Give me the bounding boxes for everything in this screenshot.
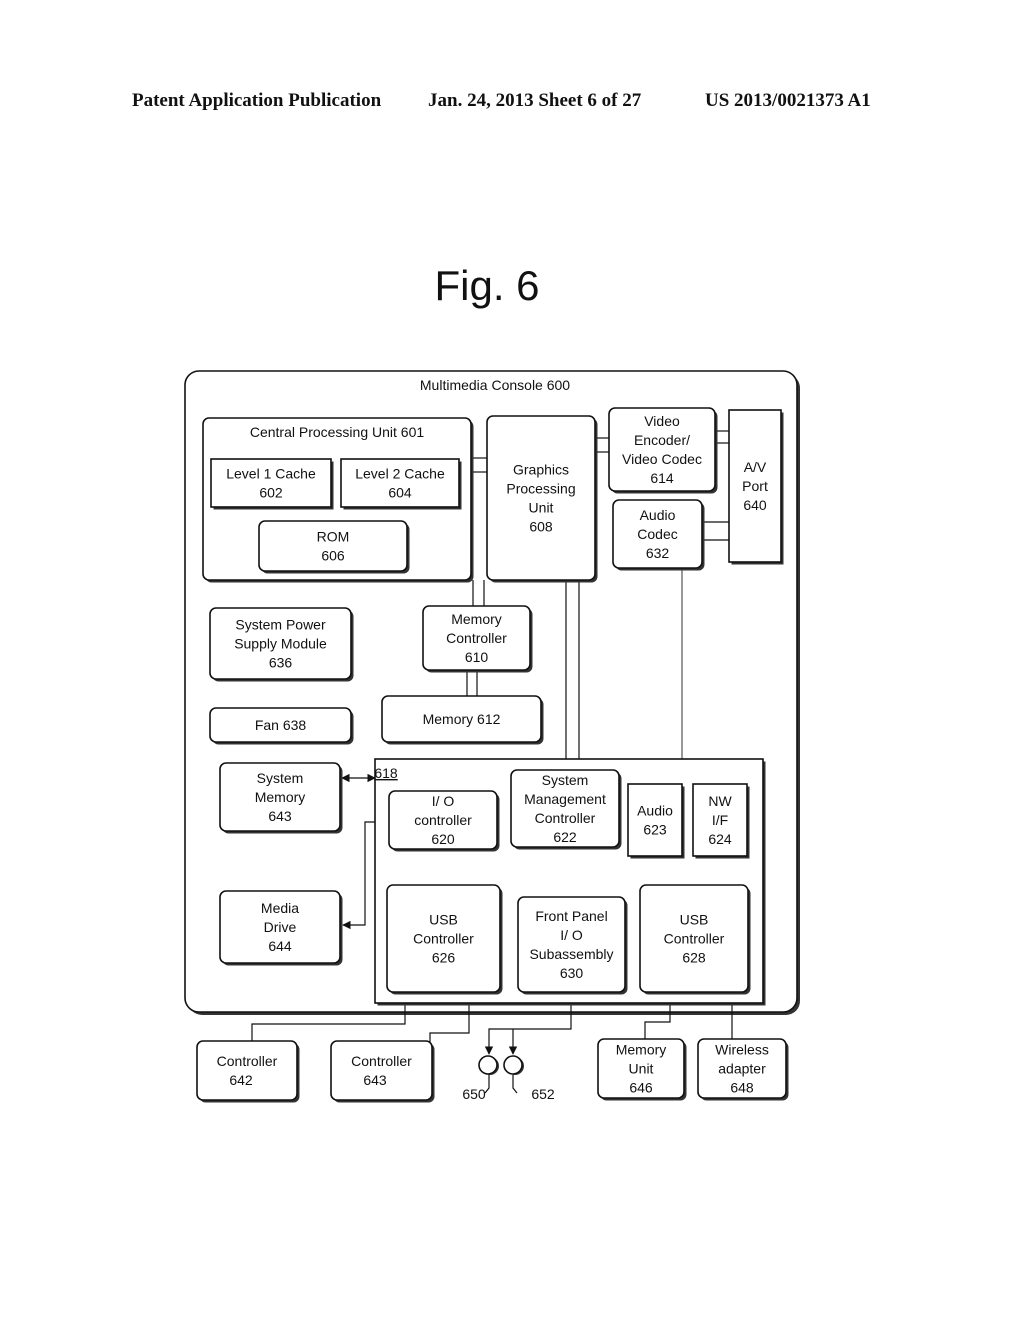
l1-cache-block-text: 602 bbox=[259, 485, 283, 501]
av-port-block: A/V Port 640 bbox=[728, 409, 784, 565]
port-650: 650 bbox=[462, 1055, 499, 1102]
io-controller-block-text: 620 bbox=[431, 831, 455, 847]
gpu-block: Graphics Processing Unit 608 bbox=[486, 415, 598, 583]
front-panel-block: Front Panel I/ O Subassembly 630 bbox=[517, 896, 628, 995]
audio-block-text: Audio bbox=[637, 803, 673, 819]
nw-if-block: NW I/F 624 bbox=[692, 783, 750, 859]
l1-cache-block-text: Level 1 Cache bbox=[226, 466, 316, 482]
memory-block-text: Memory 612 bbox=[423, 711, 501, 727]
video-encoder-block-text: Encoder/ bbox=[634, 432, 690, 448]
power-supply-block-text: System Power bbox=[235, 617, 326, 633]
usb-controller-626-block-text: Controller bbox=[413, 931, 474, 947]
media-drive-block-text: 644 bbox=[268, 938, 292, 954]
gpu-block-text: Graphics bbox=[513, 462, 569, 478]
port-650-label: 650 bbox=[462, 1086, 486, 1102]
audio-codec-block-text: 632 bbox=[646, 545, 670, 561]
front-panel-block-text: 630 bbox=[560, 965, 584, 981]
nw-if-block-text: 624 bbox=[708, 831, 732, 847]
memory-controller-block-text: 610 bbox=[465, 649, 489, 665]
video-encoder-block-text: 614 bbox=[650, 470, 674, 486]
front-panel-block-text: I/ O bbox=[560, 927, 583, 943]
rom-block-text: 606 bbox=[321, 548, 345, 564]
fan-block: Fan 638 bbox=[209, 707, 354, 745]
gpu-block-text: Unit bbox=[529, 500, 554, 516]
fan-block-text: Fan 638 bbox=[255, 717, 307, 733]
block-diagram: Multimedia Console 600 618Central Proces… bbox=[184, 370, 800, 1103]
system-memory-block-text: System bbox=[257, 770, 304, 786]
l1-cache-block: Level 1 Cache 602 bbox=[210, 458, 334, 510]
controller-643-block-text: Controller bbox=[351, 1053, 412, 1069]
io-block-618-label: 618 bbox=[374, 765, 398, 781]
memory-unit-block-text: Unit bbox=[629, 1061, 654, 1077]
system-memory-block: System Memory 643 bbox=[219, 762, 343, 834]
memory-controller-block-text: Controller bbox=[446, 630, 507, 646]
wireless-adapter-block-text: Wireless bbox=[715, 1042, 769, 1058]
usb-controller-628-block: USB Controller 628 bbox=[639, 884, 751, 995]
memory-unit-block: Memory Unit 646 bbox=[597, 1038, 687, 1101]
audio-codec-block-text: Codec bbox=[637, 526, 677, 542]
usb-controller-628-block-text: Controller bbox=[664, 931, 725, 947]
wireless-adapter-block-text: 648 bbox=[730, 1080, 754, 1096]
memory-unit-block-text: 646 bbox=[629, 1080, 653, 1096]
usb-controller-628-block-text: USB bbox=[680, 912, 709, 928]
usb-controller-626-block: USB Controller 626 bbox=[386, 884, 503, 995]
console-label: Multimedia Console 600 bbox=[420, 377, 570, 393]
audio-codec-block: Audio Codec 632 bbox=[612, 499, 705, 571]
video-encoder-block-text: Video Codec bbox=[622, 451, 702, 467]
controller-643-block: Controller 643 bbox=[330, 1040, 435, 1103]
memory-controller-block: Memory Controller 610 bbox=[422, 605, 533, 673]
l2-cache-block-text: Level 2 Cache bbox=[355, 466, 445, 482]
power-supply-block: System Power Supply Module 636 bbox=[209, 607, 354, 682]
media-drive-block: Media Drive 644 bbox=[219, 890, 343, 966]
av-port-block-text: Port bbox=[742, 478, 768, 494]
port-652-label: 652 bbox=[531, 1086, 555, 1102]
usb-controller-626-block-text: USB bbox=[429, 912, 458, 928]
system-management-controller-block: System Management Controller 622 bbox=[510, 769, 622, 850]
media-drive-block-text: Media bbox=[261, 900, 299, 916]
nw-if-block-text: NW bbox=[708, 793, 732, 809]
cpu-block-label: Central Processing Unit 601 bbox=[250, 424, 425, 440]
rom-block: ROM 606 bbox=[258, 520, 410, 574]
controller-642-block: Controller 642 bbox=[196, 1040, 300, 1103]
controller-643-block-text: 643 bbox=[363, 1072, 387, 1088]
video-encoder-block: Video Encoder/Video Codec 614 bbox=[608, 407, 718, 494]
controller-642-block-text: Controller bbox=[217, 1053, 278, 1069]
memory-block: Memory 612 bbox=[381, 695, 544, 745]
wireless-adapter-block: Wireless adapter 648 bbox=[697, 1038, 789, 1101]
io-controller-block: I/ O controller 620 bbox=[388, 790, 500, 852]
port-652: 652 bbox=[503, 1055, 555, 1102]
power-supply-block-text: 636 bbox=[269, 655, 293, 671]
l2-cache-block-text: 604 bbox=[388, 485, 412, 501]
system-management-controller-block-text: Management bbox=[524, 791, 606, 807]
av-port-block-text: A/V bbox=[744, 459, 767, 475]
memory-unit-block-text: Memory bbox=[616, 1042, 667, 1058]
power-supply-block-text: Supply Module bbox=[234, 636, 327, 652]
audio-block: Audio 623 bbox=[627, 783, 685, 859]
usb-controller-628-block-text: 628 bbox=[682, 950, 706, 966]
port-652-stem bbox=[512, 1075, 518, 1094]
system-memory-block-text: Memory bbox=[255, 789, 306, 805]
system-management-controller-block-text: 622 bbox=[553, 829, 577, 845]
wireless-adapter-block-text: adapter bbox=[718, 1061, 766, 1077]
gpu-block-text: 608 bbox=[529, 519, 553, 535]
media-drive-block-text: Drive bbox=[264, 919, 297, 935]
audio-codec-block-text: Audio bbox=[640, 507, 676, 523]
audio-block-text: 623 bbox=[643, 822, 667, 838]
av-port-block-text: 640 bbox=[743, 497, 767, 513]
system-management-controller-block-text: System bbox=[542, 772, 589, 788]
front-panel-block-text: Subassembly bbox=[529, 946, 613, 962]
front-panel-block-text: Front Panel bbox=[535, 908, 607, 924]
system-memory-block-text: 643 bbox=[268, 808, 292, 824]
io-controller-block-text: controller bbox=[414, 812, 472, 828]
l2-cache-block: Level 2 Cache 604 bbox=[340, 458, 462, 510]
io-controller-block-text: I/ O bbox=[432, 793, 455, 809]
nw-if-block-text: I/F bbox=[712, 812, 728, 828]
gpu-block-text: Processing bbox=[506, 481, 575, 497]
video-encoder-block-text: Video bbox=[644, 413, 680, 429]
memory-controller-block-text: Memory bbox=[451, 611, 502, 627]
rom-block-text: ROM bbox=[317, 529, 350, 545]
system-management-controller-block-text: Controller bbox=[535, 810, 596, 826]
usb-controller-626-block-text: 626 bbox=[432, 950, 456, 966]
controller-642-block-text: 642 bbox=[229, 1072, 253, 1088]
